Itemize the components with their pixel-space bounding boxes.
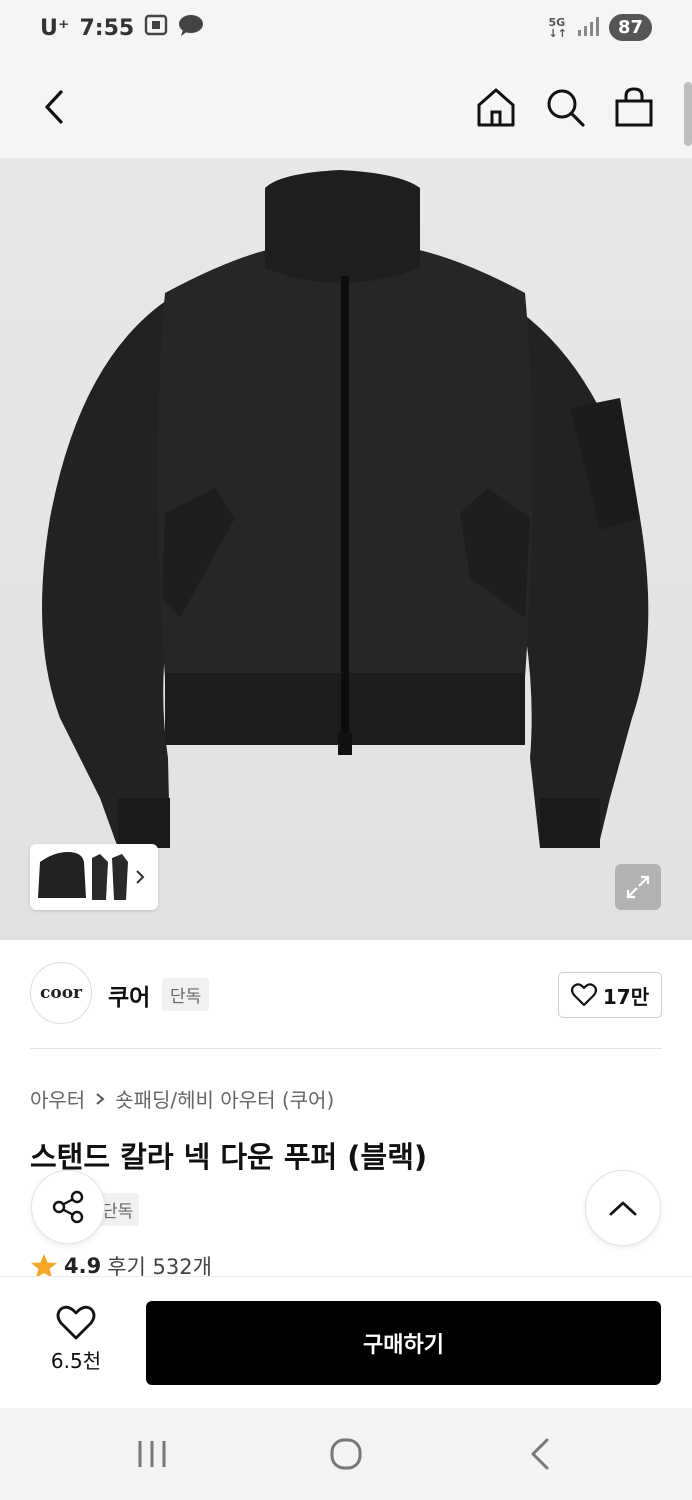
home-circle-icon bbox=[330, 1438, 362, 1470]
heart-icon bbox=[56, 1305, 96, 1340]
product-image[interactable] bbox=[0, 158, 692, 940]
search-icon bbox=[547, 89, 585, 127]
back-nav-button[interactable] bbox=[510, 1432, 570, 1476]
chevron-right-icon bbox=[96, 1092, 105, 1105]
recent-apps-icon bbox=[138, 1441, 166, 1467]
expand-image-button[interactable] bbox=[615, 864, 661, 910]
carrier-label: U⁺ bbox=[40, 15, 70, 41]
home-button[interactable] bbox=[473, 84, 519, 130]
thumbnail-strip[interactable] bbox=[30, 844, 158, 910]
share-icon bbox=[52, 1190, 84, 1224]
breadcrumb: 아우터 숏패딩/헤비 아우터 (쿠어) bbox=[30, 1084, 334, 1113]
breadcrumb-item-outer[interactable]: 아우터 bbox=[30, 1084, 85, 1113]
back-icon bbox=[531, 1438, 549, 1470]
jacket-illustration bbox=[42, 170, 649, 848]
rating-row[interactable]: 4.9 후기 532개 bbox=[30, 1254, 212, 1278]
back-button[interactable] bbox=[32, 84, 78, 130]
recent-apps-button[interactable] bbox=[122, 1432, 182, 1476]
shopping-bag-icon bbox=[615, 87, 653, 127]
exclusive-tag: 단독 bbox=[162, 978, 210, 1011]
review-count[interactable]: 후기 532개 bbox=[107, 1254, 212, 1278]
share-button[interactable] bbox=[31, 1170, 105, 1244]
divider bbox=[30, 1048, 662, 1049]
chevron-up-icon bbox=[609, 1201, 637, 1216]
buy-button[interactable]: 구매하기 bbox=[146, 1301, 661, 1385]
top-navigation bbox=[0, 58, 692, 158]
brand-name[interactable]: 쿠어 bbox=[108, 978, 150, 1012]
network-label: 5G ↓↑ bbox=[548, 15, 567, 40]
cart-button[interactable] bbox=[611, 84, 657, 130]
brand-like-count: 17만 bbox=[602, 984, 650, 1009]
rating-score: 4.9 bbox=[64, 1254, 102, 1278]
search-button[interactable] bbox=[542, 84, 588, 130]
chevron-right-icon bbox=[136, 870, 145, 884]
scroll-top-button[interactable] bbox=[585, 1170, 661, 1246]
clock-time: 7:55 bbox=[79, 15, 135, 41]
brand-row: coor 쿠어 단독 17만 bbox=[30, 962, 662, 1026]
brand-logo[interactable]: coor bbox=[30, 962, 92, 1024]
heart-icon bbox=[570, 983, 597, 1007]
system-nav-bar bbox=[0, 1408, 692, 1500]
chat-icon bbox=[178, 14, 204, 42]
expand-icon bbox=[626, 875, 650, 899]
status-bar: U⁺ 7:55 5G ↓↑ 87 bbox=[0, 0, 692, 58]
purchase-bar: 6.5천 구매하기 bbox=[0, 1276, 692, 1408]
scroll-indicator[interactable] bbox=[684, 82, 692, 146]
screenshot-icon bbox=[144, 14, 168, 42]
breadcrumb-item-category[interactable]: 숏패딩/헤비 아우터 (쿠어) bbox=[115, 1084, 334, 1113]
chevron-left-icon bbox=[45, 90, 63, 124]
jacket-thumbnail bbox=[38, 852, 128, 900]
wishlist-button[interactable]: 6.5천 bbox=[38, 1305, 114, 1375]
wishlist-count: 6.5천 bbox=[50, 1349, 102, 1373]
signal-icon bbox=[577, 16, 599, 40]
home-nav-button[interactable] bbox=[316, 1432, 376, 1476]
brand-like-button[interactable]: 17만 bbox=[558, 972, 662, 1018]
star-icon bbox=[31, 1254, 57, 1278]
home-icon bbox=[477, 88, 515, 127]
product-title: 스탠드 칼라 넥 다운 푸퍼 (블랙) bbox=[30, 1140, 428, 1174]
battery-badge: 87 bbox=[608, 14, 652, 41]
